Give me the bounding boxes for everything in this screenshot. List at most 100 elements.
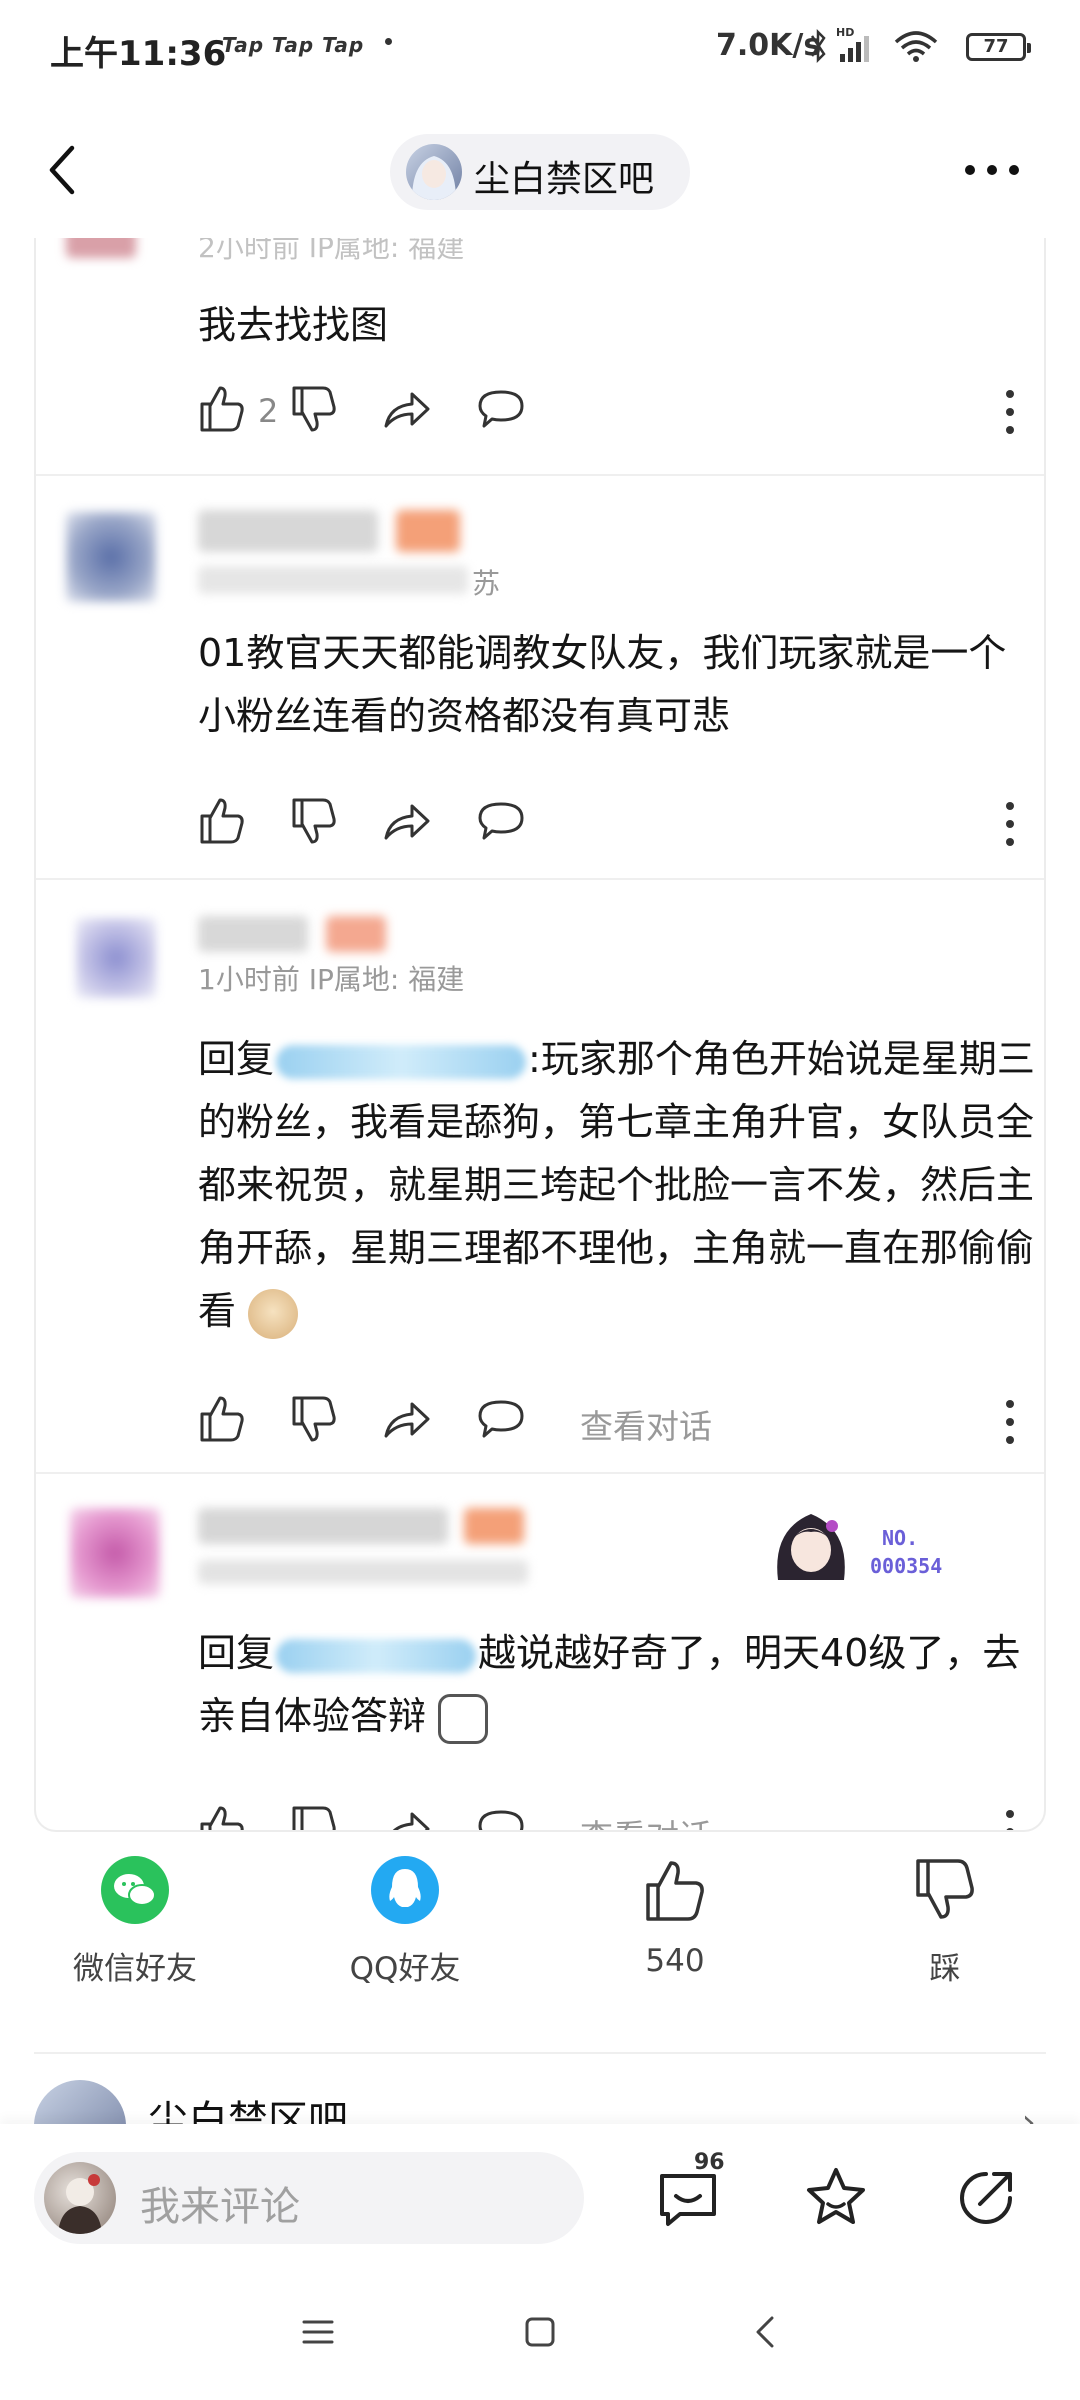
comment-bubble-icon <box>478 1400 524 1438</box>
share-wechat-button[interactable]: 微信好友 <box>35 1855 235 1988</box>
share-bar: 微信好友 QQ好友 540 踩 <box>0 1855 1080 2025</box>
post-dislike-label: 踩 <box>929 1951 961 1987</box>
reply-button[interactable] <box>476 1804 526 1830</box>
share-button[interactable] <box>382 796 432 852</box>
username-redacted <box>198 1508 448 1544</box>
favorite-button[interactable] <box>800 2162 872 2234</box>
back-icon[interactable] <box>748 2314 784 2350</box>
share-post-button[interactable] <box>950 2162 1022 2234</box>
reply-button[interactable] <box>476 796 526 852</box>
comment-bar: 我来评论 96 <box>0 2124 1080 2274</box>
share-icon <box>960 2172 1012 2224</box>
current-user-avatar <box>44 2162 116 2234</box>
share-button[interactable] <box>382 1804 432 1830</box>
svg-text:HD: HD <box>836 26 854 39</box>
comment-more-icon[interactable] <box>1004 1398 1016 1446</box>
forum-entry-row[interactable]: 尘白禁区吧 › <box>34 2080 1046 2124</box>
comment-bubble-icon <box>478 1810 524 1830</box>
like-button[interactable]: 2 <box>198 384 278 440</box>
more-options-icon[interactable] <box>962 155 1022 185</box>
comment-item: 2小时前 IP属地: 福建 我去找找图 2 <box>36 238 1044 476</box>
shush-emoji-icon <box>438 1693 489 1744</box>
thumbs-down-icon <box>292 1396 336 1442</box>
status-bar: 上午11:36 Tap Tap Tap 7.0K/s HD 77 <box>0 0 1080 95</box>
comment-text: 01教官天天都能调教女队友，我们玩家就是一个小粉丝连看的资格都没有真可悲 <box>198 631 1007 738</box>
thumbs-down-icon <box>292 1806 336 1830</box>
user-avatar <box>70 1508 160 1598</box>
home-icon[interactable] <box>522 2314 558 2350</box>
share-arrow-icon <box>384 392 430 428</box>
share-qq-label: QQ好友 <box>349 1951 461 1987</box>
reply-button[interactable] <box>476 384 526 440</box>
post-dislike-button[interactable]: 踩 <box>845 1855 1045 1988</box>
status-app-icons: Tap Tap Tap <box>222 33 365 57</box>
share-button[interactable] <box>382 384 432 440</box>
divider <box>34 2052 1046 2054</box>
menu-icon[interactable] <box>300 2314 336 2350</box>
fan-badge: NO. 000354 <box>766 1500 986 1590</box>
meta-redacted <box>198 1560 528 1584</box>
user-avatar <box>76 918 156 998</box>
reply-prefix: 回复 <box>198 1631 275 1675</box>
comment-item: NO. 000354 回复越说越好奇了，明天40级了，去亲自体验答辩 查看对话 <box>36 1474 1044 1832</box>
share-qq-button[interactable]: QQ好友 <box>305 1855 505 1988</box>
meta-redacted <box>198 566 468 594</box>
level-badge <box>396 510 460 552</box>
like-button[interactable] <box>198 1804 246 1830</box>
reply-button[interactable] <box>476 1394 526 1450</box>
like-button[interactable] <box>198 796 246 852</box>
comment-meta: 1小时前 IP属地: 福建 <box>198 963 465 996</box>
comment-input[interactable]: 我来评论 <box>34 2152 584 2244</box>
view-conversation-link[interactable]: 查看对话 <box>580 1400 712 1448</box>
comment-text: 我去找找图 <box>198 303 389 347</box>
dislike-button[interactable] <box>290 384 338 440</box>
system-navigation-bar <box>0 2274 1080 2400</box>
dislike-button[interactable] <box>290 1804 338 1830</box>
comment-more-icon[interactable] <box>1004 800 1016 848</box>
forum-avatar <box>406 144 462 200</box>
comments-button[interactable]: 96 <box>652 2150 725 2234</box>
status-time: 上午11:36 <box>50 34 227 74</box>
view-conversation-link[interactable]: 查看对话 <box>580 1810 712 1830</box>
mention-redacted[interactable] <box>276 1638 477 1673</box>
top-nav-bar: 尘白禁区吧 <box>0 100 1080 240</box>
post-like-count: 540 <box>645 1943 705 1979</box>
comment-more-icon[interactable] <box>1004 388 1016 436</box>
comment-bubble-icon <box>478 390 524 428</box>
comment-item: 苏 01教官天天都能调教女队友，我们玩家就是一个小粉丝连看的资格都没有真可悲 <box>36 476 1044 880</box>
comments-list: 2小时前 IP属地: 福建 我去找找图 2 苏 01教官天天都能调教女队友，我们 <box>34 238 1046 1832</box>
share-button[interactable] <box>382 1394 432 1450</box>
signal-icon: HD <box>836 26 869 62</box>
dislike-button[interactable] <box>290 1394 338 1450</box>
comment-actions: 查看对话 <box>198 1804 1038 1832</box>
chevron-right-icon: › <box>1021 2102 1036 2124</box>
wifi-icon <box>894 31 938 62</box>
thumbs-up-icon <box>200 798 244 844</box>
share-arrow-icon <box>392 1812 430 1830</box>
comment-more-icon[interactable] <box>1004 1808 1016 1832</box>
thumbs-up-icon <box>646 1861 704 1921</box>
forum-name: 尘白禁区吧 <box>474 159 655 200</box>
like-button[interactable] <box>198 1394 246 1450</box>
forum-title-pill[interactable]: 尘白禁区吧 <box>390 134 690 210</box>
comment-item: 1小时前 IP属地: 福建 回复:玩家那个角色开始说是星期三的粉丝，我看是舔狗，… <box>36 880 1044 1474</box>
wechat-icon <box>101 1856 169 1924</box>
mention-redacted[interactable] <box>276 1044 527 1079</box>
network-speed: 7.0K/s <box>716 28 822 63</box>
username-redacted <box>198 916 308 952</box>
comment-body: :玩家那个角色开始说是星期三的粉丝，我看是舔狗，第七章主角升官，女队员全都来祝贺… <box>198 1037 1035 1333</box>
comment-actions: 查看对话 <box>198 1394 1038 1450</box>
comment-text: 回复 越说越好奇了，明天40级了，去亲自体验答辩 <box>198 1622 1038 1748</box>
dislike-button[interactable] <box>290 796 338 852</box>
forum-avatar <box>34 2080 126 2124</box>
post-like-button[interactable]: 540 <box>575 1855 775 1979</box>
thumbs-down-icon <box>916 1859 974 1919</box>
fan-badge-no: NO. <box>882 1526 919 1550</box>
username-redacted <box>198 510 378 552</box>
comment-actions <box>198 796 1038 852</box>
fan-badge-avatar-icon <box>777 1514 845 1580</box>
back-arrow-icon[interactable] <box>40 140 90 200</box>
thumbs-down-icon <box>292 798 336 844</box>
comment-meta-location: 苏 <box>472 567 501 600</box>
doge-emoji-icon <box>248 1288 299 1339</box>
